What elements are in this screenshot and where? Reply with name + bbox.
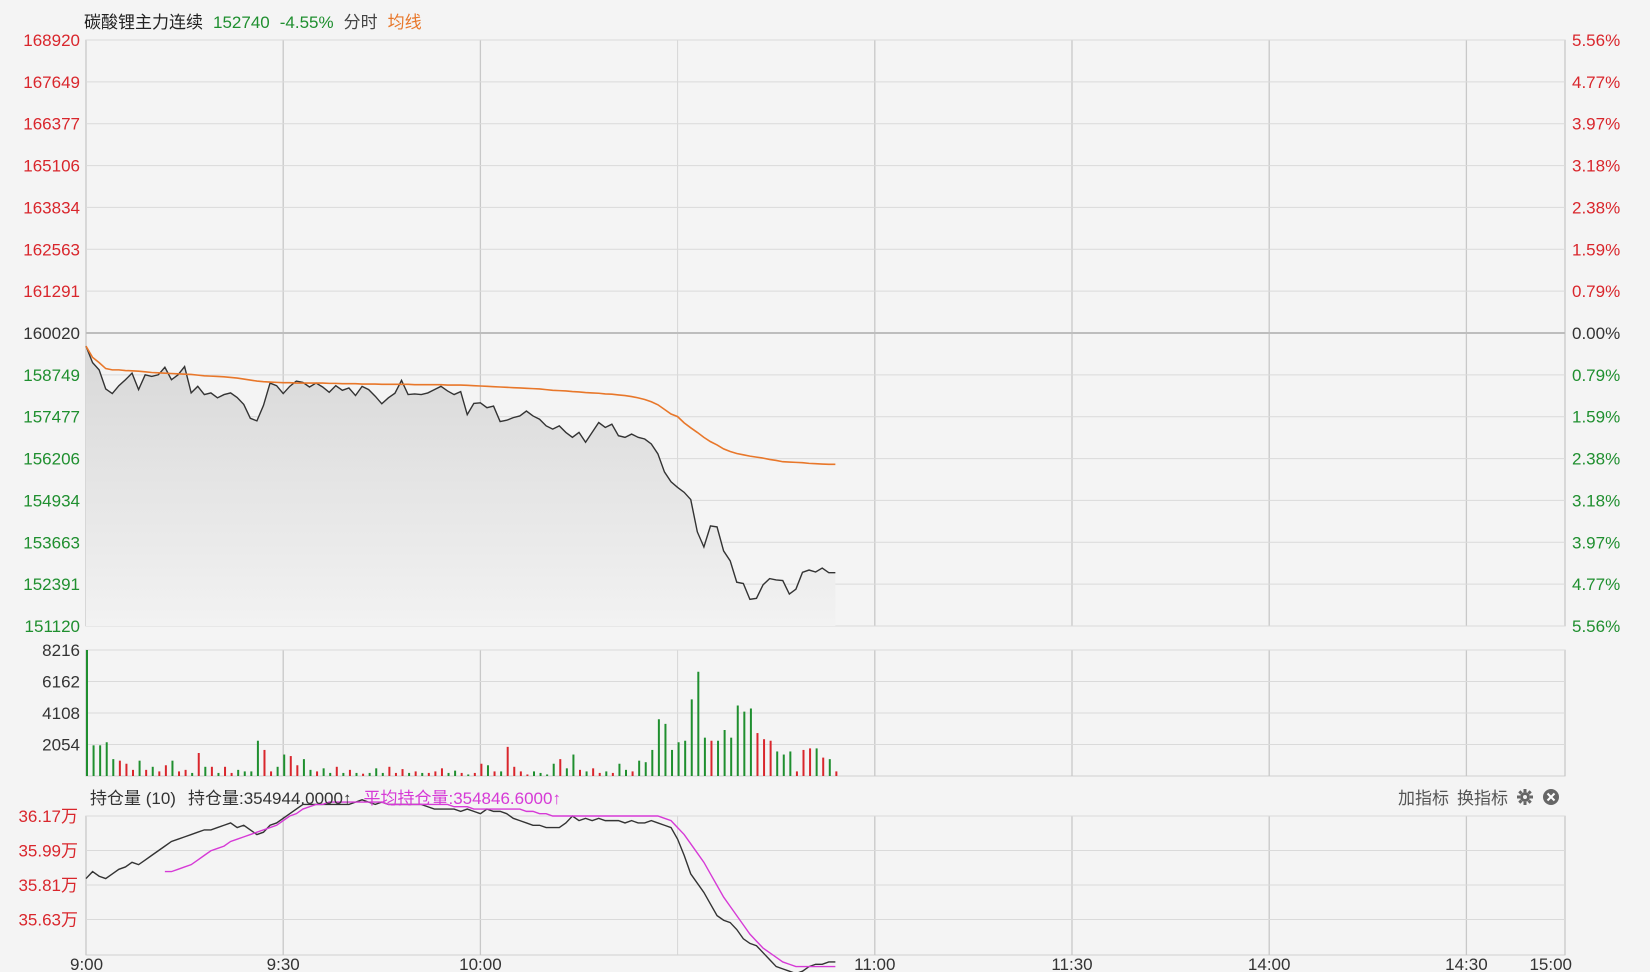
percent-axis-label: 3.18% — [1572, 157, 1620, 176]
price-axis-label: 166377 — [23, 115, 80, 134]
price-axis-label: 156206 — [23, 450, 80, 469]
price-axis-label: 165106 — [23, 157, 80, 176]
percent-axis-label: 5.56% — [1572, 617, 1620, 636]
gear-icon[interactable] — [1516, 788, 1534, 806]
percent-axis-label: 2.38% — [1572, 450, 1620, 469]
price-axis-label: 162563 — [23, 240, 80, 259]
oi-axis-label: 35.63万 — [18, 911, 78, 930]
percent-axis-label: 3.18% — [1572, 491, 1620, 510]
time-axis-label: 15:00 — [1529, 955, 1572, 972]
percent-axis-label: 5.56% — [1572, 31, 1620, 50]
oi-value-text: 持仓量:354944.0000 — [187, 789, 343, 808]
price-axis-label: 160020 — [23, 324, 80, 343]
indicator-name: 持仓量 (10) — [90, 789, 176, 808]
percent-axis-label: 1.59% — [1572, 240, 1620, 259]
price-axis-label: 152391 — [23, 575, 80, 594]
oi-indicator-header: 持仓量 (10) 持仓量:354944.0000↑ 平均持仓量:354846.6… — [90, 784, 561, 809]
add-indicator-button[interactable]: 加指标 — [1398, 784, 1449, 809]
price-axis-label: 157477 — [23, 408, 80, 427]
price-axis-label: 161291 — [23, 282, 80, 301]
percent-axis-label: 0.79% — [1572, 366, 1620, 385]
volume-axis-label: 6162 — [42, 673, 80, 692]
percent-axis-label: 4.77% — [1572, 575, 1620, 594]
time-axis-label: 11:30 — [1051, 955, 1092, 972]
price-axis-label: 167649 — [23, 73, 80, 92]
time-axis-label: 14:00 — [1248, 955, 1291, 972]
price-axis-label: 154934 — [23, 491, 80, 510]
instrument-name: 碳酸锂主力连续 — [84, 13, 203, 32]
oi-axis-label: 35.81万 — [18, 876, 78, 895]
chart-header: 碳酸锂主力连续 152740 -4.55% 分时 均线 — [84, 8, 422, 33]
last-price: 152740 — [213, 13, 270, 32]
percent-axis-label: 1.59% — [1572, 408, 1620, 427]
volume-axis-label: 8216 — [42, 641, 80, 660]
oi-axis-label: 35.99万 — [18, 842, 78, 861]
time-axis-label: 9:30 — [267, 955, 300, 972]
percent-axis-label: 3.97% — [1572, 533, 1620, 552]
up-arrow-icon: ↑ — [552, 789, 561, 808]
up-arrow-icon: ↑ — [342, 789, 352, 808]
price-axis-label: 168920 — [23, 31, 80, 50]
price-axis-label: 151120 — [25, 617, 80, 636]
time-axis-label: 10:00 — [459, 955, 502, 972]
close-icon[interactable] — [1542, 788, 1560, 806]
price-axis-label: 158749 — [23, 366, 80, 385]
percent-axis-label: 4.77% — [1572, 73, 1620, 92]
time-axis-label: 11:00 — [854, 955, 895, 972]
percent-axis-label: 2.38% — [1572, 198, 1620, 217]
percent-axis-label: 0.00% — [1572, 324, 1620, 343]
percent-axis-label: 3.97% — [1572, 115, 1620, 134]
time-share-toggle[interactable]: 分时 — [344, 8, 378, 33]
percent-axis-label: 0.79% — [1572, 282, 1620, 301]
oi-avg-value: 平均持仓量:354846.6000↑ — [363, 784, 561, 809]
oi-axis-label: 36.17万 — [18, 807, 78, 826]
switch-indicator-button[interactable]: 换指标 — [1457, 784, 1508, 809]
avg-line-toggle[interactable]: 均线 — [388, 8, 422, 33]
oi-value: 持仓量:354944.0000↑ — [188, 784, 352, 809]
time-axis-label: 9:00 — [70, 955, 103, 972]
oi-avg-value-text: 平均持仓量:354846.6000 — [363, 789, 553, 808]
price-axis-label: 153663 — [23, 533, 80, 552]
change-percent: -4.55% — [279, 13, 334, 32]
volume-axis-label: 2054 — [42, 736, 80, 755]
time-axis-label: 14:30 — [1445, 955, 1488, 972]
volume-axis-label: 4108 — [42, 704, 80, 723]
intraday-chart[interactable]: 168920 5.56% 167649 4.77% 166377 3.97% 165106 3… — [0, 0, 1650, 972]
indicator-tools: 加指标 换指标 — [1398, 784, 1560, 809]
price-axis-label: 163834 — [23, 198, 80, 217]
